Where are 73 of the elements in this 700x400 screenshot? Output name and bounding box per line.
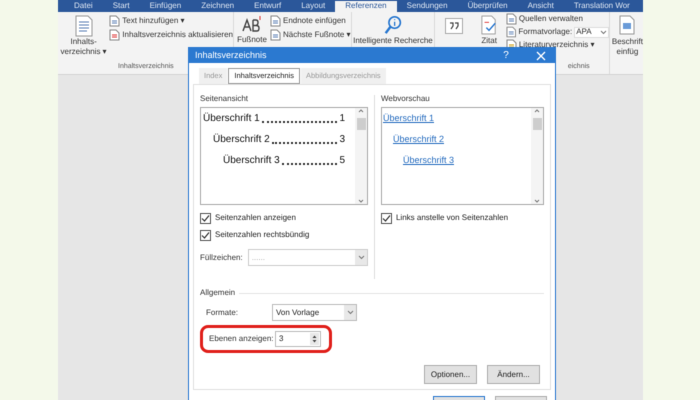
ribbon-tab[interactable]: Zeichnen bbox=[191, 1, 244, 12]
close-icon[interactable] bbox=[536, 50, 546, 60]
scrollbar[interactable] bbox=[355, 108, 367, 204]
scroll-up-icon[interactable] bbox=[358, 108, 364, 114]
leader-line bbox=[272, 142, 338, 144]
ribbon-command[interactable]: Quellen verwalten bbox=[506, 13, 609, 25]
heading-link[interactable]: Überschrift 1 bbox=[382, 112, 434, 126]
checkbox-label: Seitenzahlen anzeigen bbox=[215, 212, 296, 224]
document-icon bbox=[506, 26, 516, 38]
formats-label: Formate: bbox=[206, 306, 240, 318]
toc-button[interactable]: Inhalts- verzeichnis ▾ bbox=[58, 12, 110, 62]
ribbon-tab[interactable]: Referenzen bbox=[335, 1, 397, 12]
page-number: 5 bbox=[339, 154, 345, 168]
dialog-button[interactable]: Ändern... bbox=[487, 365, 540, 384]
ribbon-tab[interactable]: Sendungen bbox=[396, 1, 458, 12]
caret-icon bbox=[346, 310, 354, 315]
scrollbar[interactable] bbox=[531, 108, 543, 204]
citation-icon bbox=[481, 15, 498, 35]
style-label: Formatvorlage: bbox=[518, 27, 572, 37]
document-icon bbox=[109, 15, 120, 27]
caret-icon bbox=[600, 30, 607, 34]
fill-label: Füllzeichen: bbox=[200, 252, 243, 264]
heading-entry: Überschrift 3 bbox=[223, 154, 280, 168]
levels-label: Ebenen anzeigen: bbox=[209, 333, 274, 345]
magnifier-icon bbox=[384, 15, 402, 35]
checkbox-label: Seitenzahlen rechtsbündig bbox=[215, 229, 310, 241]
section-label: Allgemein bbox=[200, 287, 236, 299]
caption-button[interactable]: Beschrift einfüg bbox=[612, 15, 643, 74]
picture-caption-icon bbox=[619, 15, 636, 35]
ribbon-tab[interactable]: Start bbox=[102, 1, 140, 12]
document-icon bbox=[109, 29, 120, 41]
dialog-button[interactable]: Optionen... bbox=[424, 365, 477, 384]
style-dropdown[interactable]: APA bbox=[574, 26, 609, 38]
scroll-down-icon[interactable] bbox=[358, 198, 364, 204]
ribbon-command[interactable]: Text hinzufügen ▾ bbox=[109, 15, 233, 27]
checkbox[interactable] bbox=[200, 230, 211, 240]
heading-entry: Überschrift 2 bbox=[213, 132, 270, 147]
ribbon-tab[interactable]: Überprüfen bbox=[458, 1, 518, 12]
section-label: Seitenansicht bbox=[200, 93, 250, 105]
heading-entry: Überschrift 1 bbox=[203, 112, 260, 126]
scroll-up-icon[interactable] bbox=[534, 108, 540, 114]
levels-spinner[interactable]: 3 bbox=[275, 331, 321, 347]
checkbox[interactable] bbox=[380, 212, 392, 224]
ribbon-tab[interactable]: Layout bbox=[291, 1, 336, 12]
document-icon bbox=[270, 29, 281, 41]
leader-line bbox=[282, 163, 338, 165]
caret-icon bbox=[358, 255, 364, 260]
page-number: 3 bbox=[339, 133, 345, 147]
checkbox-label: Links anstelle von Seitenzahlen bbox=[396, 212, 508, 224]
ribbon-tab[interactable]: Translation Wor bbox=[564, 1, 640, 12]
spinner-arrows-icon bbox=[310, 333, 319, 345]
citation-button[interactable]: Zitat bbox=[481, 15, 498, 74]
ribbon-tab[interactable]: Datei bbox=[64, 1, 103, 12]
scroll-thumb[interactable] bbox=[356, 118, 366, 130]
scroll-down-icon[interactable] bbox=[534, 198, 540, 204]
section-label: Webvorschau bbox=[380, 93, 431, 105]
page-number: 1 bbox=[339, 112, 345, 126]
ribbon-command[interactable]: Endnote einfügen bbox=[270, 15, 351, 27]
quote-icon bbox=[444, 18, 463, 34]
heading-link[interactable]: Überschrift 2 bbox=[392, 132, 444, 146]
checkbox[interactable] bbox=[200, 212, 211, 224]
ribbon-command[interactable]: Nächste Fußnote ▾ bbox=[270, 29, 351, 41]
heading-link[interactable]: Überschrift 3 bbox=[402, 154, 454, 168]
dialog-title: Inhaltsverzeichnis bbox=[195, 48, 268, 62]
help-button[interactable]: ? bbox=[496, 48, 516, 63]
scroll-thumb[interactable] bbox=[532, 118, 542, 130]
document-icon bbox=[74, 15, 93, 37]
ribbon-command[interactable]: Inhaltsverzeichnis aktualisieren bbox=[109, 29, 233, 41]
ribbon-tab[interactable]: Entwurf bbox=[244, 1, 292, 12]
document-icon bbox=[270, 15, 281, 27]
ribbon-tab[interactable]: Ansicht bbox=[518, 1, 564, 12]
ribbon-tab[interactable]: Einfügen bbox=[140, 1, 192, 12]
formats-dropdown[interactable]: Von Vorlage bbox=[272, 304, 357, 321]
